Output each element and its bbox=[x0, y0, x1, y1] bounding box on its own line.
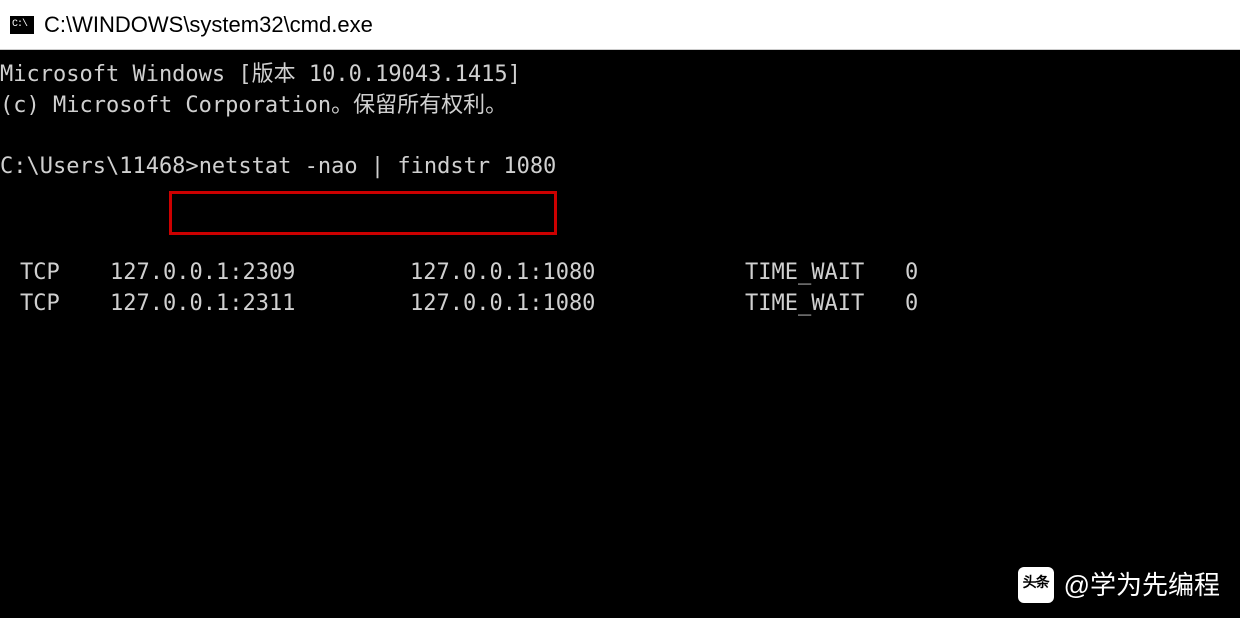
netstat-proto: TCP bbox=[20, 289, 110, 320]
terminal-content: Microsoft Windows [版本 10.0.19043.1415] (… bbox=[0, 60, 1240, 320]
netstat-local: 127.0.0.1:2309 bbox=[110, 258, 410, 289]
terminal-prompt-line: C:\Users\11468>netstat -nao | findstr 10… bbox=[0, 152, 1240, 183]
netstat-pid: 0 bbox=[905, 258, 955, 289]
watermark-handle: @学为先编程 bbox=[1064, 567, 1220, 603]
terminal-prompt: C:\Users\11468> bbox=[0, 154, 199, 179]
netstat-pid: 0 bbox=[905, 289, 955, 320]
terminal-header-line: Microsoft Windows [版本 10.0.19043.1415] bbox=[0, 60, 1240, 91]
netstat-remote: 127.0.0.1:1080 bbox=[410, 258, 745, 289]
netstat-state: TIME_WAIT bbox=[745, 289, 905, 320]
netstat-row: TCP 127.0.0.1:2309 127.0.0.1:1080 TIME_W… bbox=[0, 258, 1240, 289]
netstat-state: TIME_WAIT bbox=[745, 258, 905, 289]
netstat-row: TCP 127.0.0.1:2311 127.0.0.1:1080 TIME_W… bbox=[0, 289, 1240, 320]
terminal-spacing bbox=[0, 183, 1240, 258]
window-title-bar: C:\ C:\WINDOWS\system32\cmd.exe bbox=[0, 0, 1240, 50]
cmd-icon-glyph: C:\ bbox=[12, 20, 27, 30]
netstat-local: 127.0.0.1:2311 bbox=[110, 289, 410, 320]
terminal-copyright-line: (c) Microsoft Corporation。保留所有权利。 bbox=[0, 91, 1240, 122]
netstat-remote: 127.0.0.1:1080 bbox=[410, 289, 745, 320]
terminal-command: netstat -nao | findstr 1080 bbox=[199, 154, 557, 179]
netstat-proto: TCP bbox=[20, 258, 110, 289]
watermark-icon-label: 头条 bbox=[1023, 575, 1049, 595]
terminal-blank bbox=[0, 122, 1240, 153]
cmd-icon: C:\ bbox=[10, 16, 34, 34]
terminal-area[interactable]: Microsoft Windows [版本 10.0.19043.1415] (… bbox=[0, 50, 1240, 618]
watermark-icon: 头条 bbox=[1018, 567, 1054, 603]
watermark: 头条 @学为先编程 bbox=[1018, 567, 1220, 603]
window-title: C:\WINDOWS\system32\cmd.exe bbox=[44, 12, 373, 38]
